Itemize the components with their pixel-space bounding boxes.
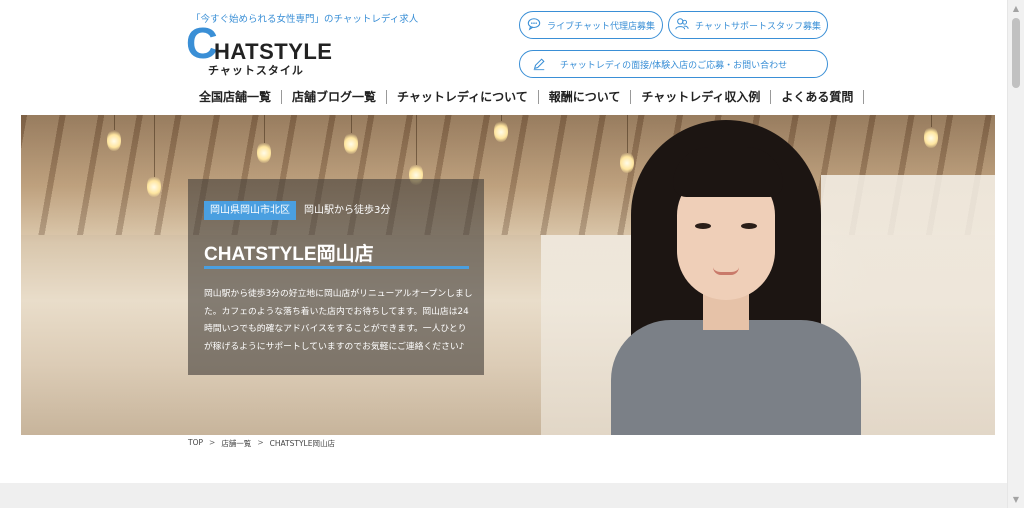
- breadcrumb-separator: >: [209, 438, 216, 447]
- support-staff-recruit-label: チャットサポートスタッフ募集: [695, 21, 821, 32]
- nav-item-store-blogs[interactable]: 店舗ブログ一覧: [282, 90, 388, 104]
- access-text: 岡山駅から徒歩3分: [304, 205, 391, 216]
- interview-apply-label: チャットレディの面接/体験入店のご応募・お問い合わせ: [559, 60, 788, 71]
- woman-eye: [741, 223, 757, 229]
- lamp-bulb: [147, 175, 161, 197]
- logo-kana: チャットスタイル: [208, 64, 304, 77]
- lamp-bulb: [494, 120, 508, 142]
- lamp-bulb: [924, 126, 938, 148]
- lamp-bulb: [107, 129, 121, 151]
- interview-apply-button[interactable]: チャットレディの面接/体験入店のご応募・お問い合わせ: [519, 50, 828, 78]
- scroll-up-arrow-icon[interactable]: ▲: [1008, 0, 1024, 17]
- lamp-cord: [114, 115, 115, 130]
- breadcrumb-current-page: CHATSTYLE岡山店: [269, 439, 335, 448]
- site-header: 「今すぐ始められる女性専門」のチャットレディ求人 C HATSTYLE チャット…: [0, 0, 1007, 115]
- lamp-cord: [154, 115, 155, 177]
- nav-item-rewards[interactable]: 報酬について: [539, 90, 632, 104]
- woman-bangs: [673, 147, 783, 197]
- people-icon: [675, 17, 689, 34]
- breadcrumb: TOP > 店舗一覧 > CHATSTYLE岡山店: [188, 438, 335, 449]
- lamp-cord: [264, 115, 265, 143]
- site-logo[interactable]: C HATSTYLE チャットスタイル: [186, 19, 332, 78]
- breadcrumb-separator: >: [257, 438, 264, 447]
- area-badge: 岡山県岡山市北区: [204, 201, 296, 220]
- shop-name-heading: CHATSTYLE岡山店: [204, 244, 374, 265]
- page: 「今すぐ始められる女性専門」のチャットレディ求人 C HATSTYLE チャット…: [0, 0, 1024, 508]
- shop-info-panel: 岡山県岡山市北区 岡山駅から徒歩3分 CHATSTYLE岡山店 岡山駅から徒歩3…: [188, 179, 484, 375]
- nav-item-faq[interactable]: よくある質問: [771, 90, 865, 104]
- support-staff-recruit-button[interactable]: チャットサポートスタッフ募集: [668, 11, 828, 39]
- pencil-icon: [532, 57, 546, 74]
- lamp-cord: [416, 115, 417, 165]
- woman-eye: [695, 223, 711, 229]
- nav-item-about-chat-lady[interactable]: チャットレディについて: [387, 90, 539, 104]
- scroll-down-arrow-icon[interactable]: ▼: [1008, 491, 1024, 508]
- lamp-bulb: [257, 141, 271, 163]
- agency-recruit-button[interactable]: ライブチャット代理店募集: [519, 11, 663, 39]
- lamp-bulb: [344, 132, 358, 154]
- lamp-cord: [351, 115, 352, 133]
- agency-recruit-label: ライブチャット代理店募集: [547, 21, 655, 32]
- chat-bubble-icon: [527, 17, 541, 34]
- content-band: [0, 483, 1007, 508]
- nav-item-store-list[interactable]: 全国店舗一覧: [191, 90, 283, 104]
- shop-description: 岡山駅から徒歩3分の好立地に岡山店がリニューアルオープンしました。カフェのような…: [204, 289, 473, 352]
- shop-name-underline: [204, 266, 469, 269]
- hero-banner: [21, 115, 995, 435]
- nav-item-income-examples[interactable]: チャットレディ収入例: [631, 90, 772, 104]
- breadcrumb-store-list-link[interactable]: 店舗一覧: [221, 438, 251, 449]
- scrollbar-thumb[interactable]: [1012, 18, 1020, 88]
- breadcrumb-top-link[interactable]: TOP: [188, 438, 203, 449]
- woman-smile: [713, 267, 739, 275]
- logo-initial: C: [186, 19, 218, 68]
- woman-sweater: [611, 320, 861, 435]
- hero-photo-woman: [581, 115, 881, 435]
- global-nav: 全国店舗一覧 店舗ブログ一覧 チャットレディについて 報酬について チャットレデ…: [191, 87, 865, 107]
- page-scrollbar[interactable]: ▲ ▼: [1007, 0, 1024, 508]
